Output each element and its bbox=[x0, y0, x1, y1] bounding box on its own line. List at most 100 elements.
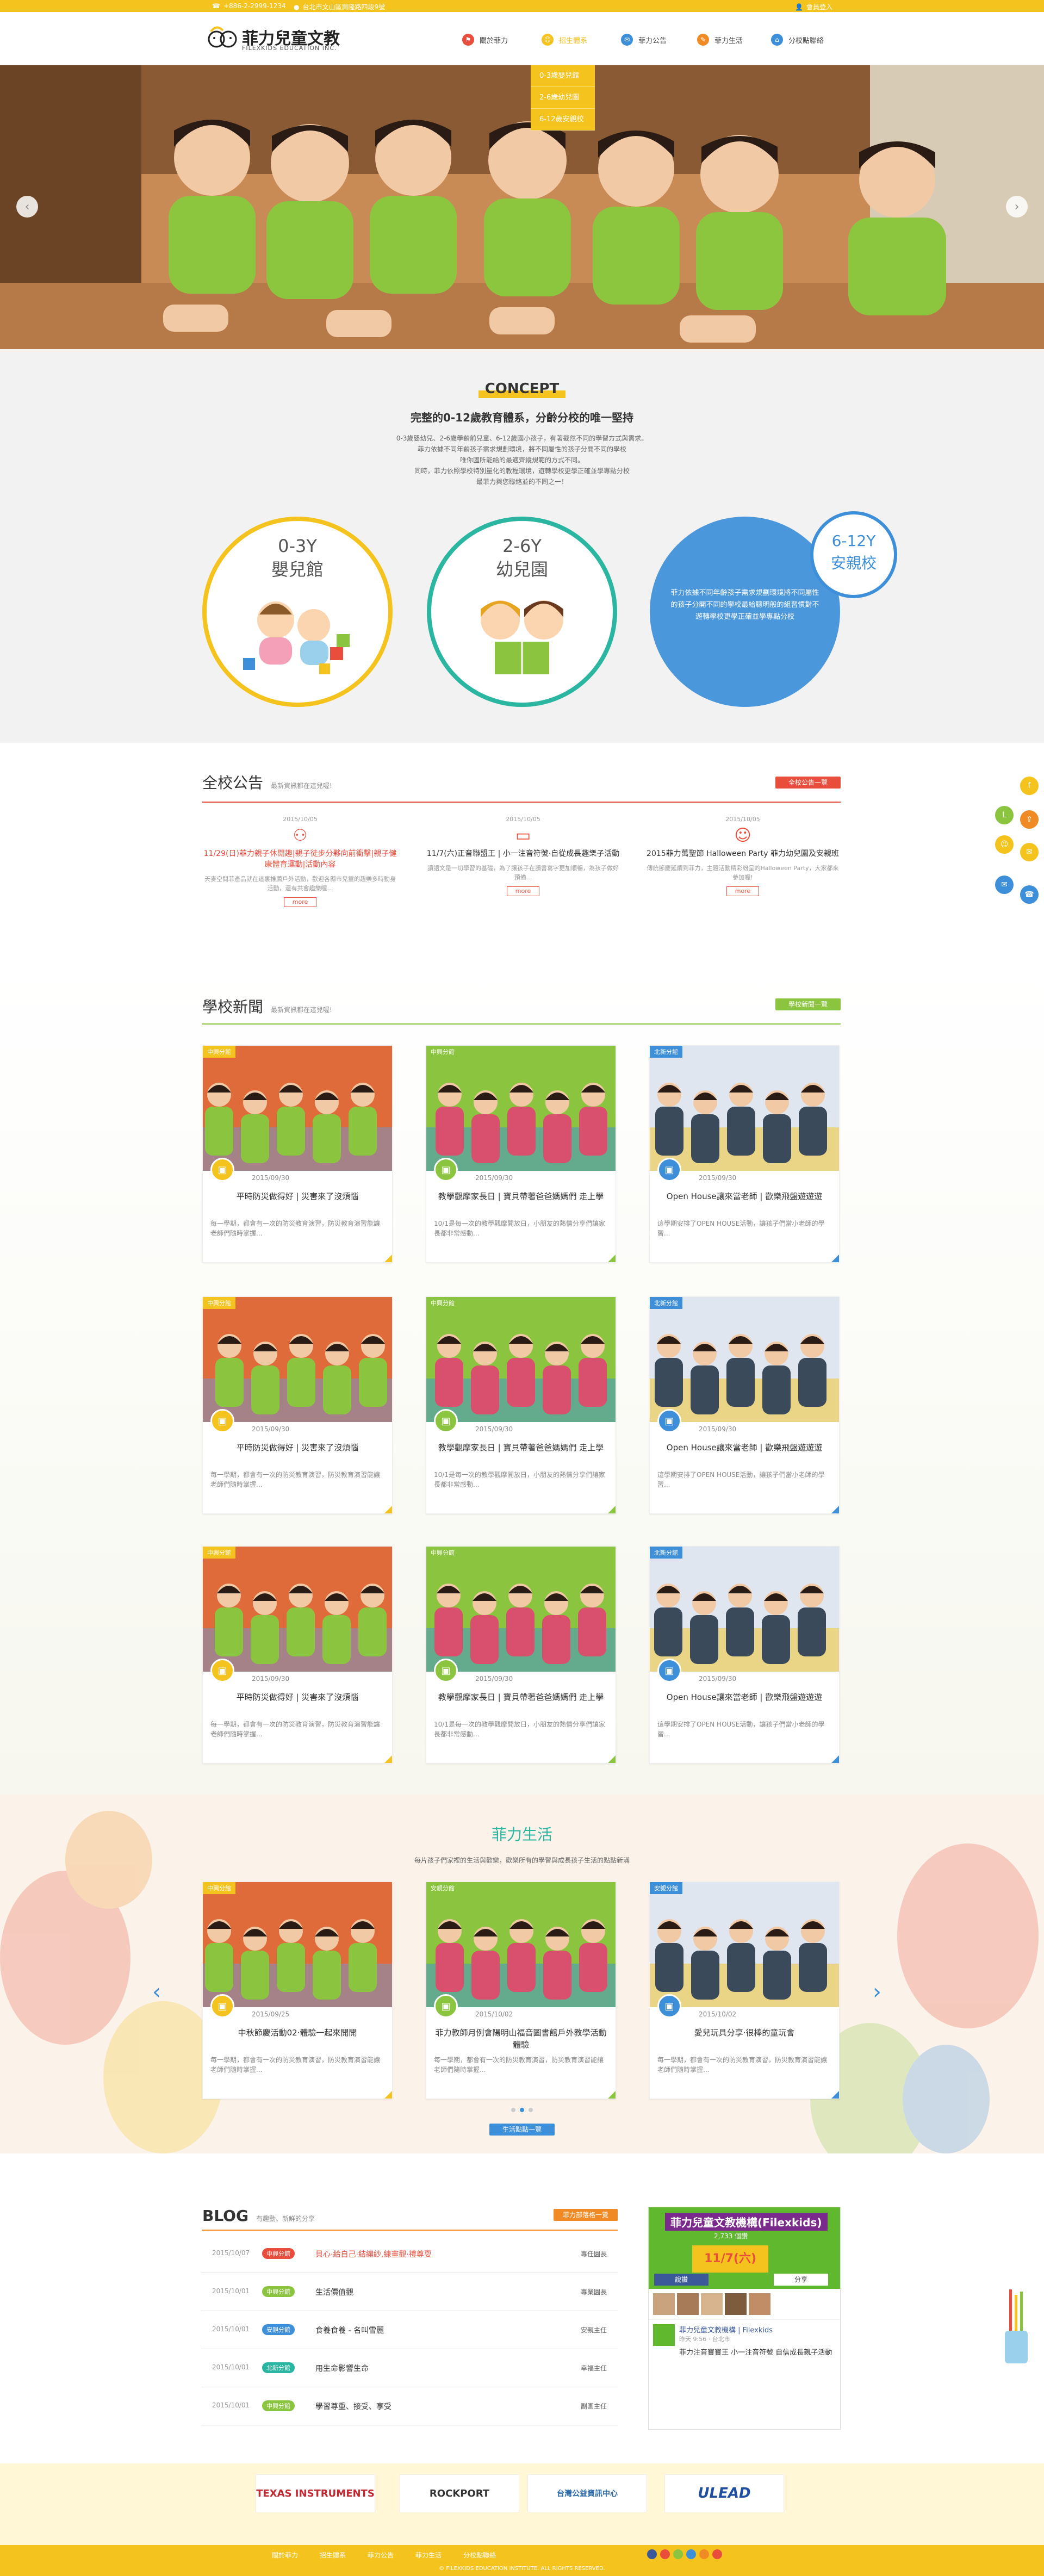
fb-like-button[interactable]: 說讚 bbox=[654, 2274, 709, 2286]
pagination-dot[interactable] bbox=[529, 2108, 533, 2112]
youtube-icon[interactable] bbox=[712, 2549, 722, 2559]
blog-row-title[interactable]: 用生命影響生命 bbox=[315, 2363, 369, 2374]
nav-about[interactable]: ⚑ 關於菲力 bbox=[462, 34, 508, 46]
fb-page-name[interactable]: 菲力兒童文教機構(Filexkids) bbox=[665, 2213, 828, 2231]
card-title[interactable]: Open House讓來當老師 | 歡樂飛盤遊遊遊 bbox=[657, 1691, 831, 1703]
facebook-share-icon[interactable]: f bbox=[1020, 777, 1039, 795]
dropdown-item-kindergarten[interactable]: 2-6歲幼兒園 bbox=[531, 87, 595, 109]
partner-logo[interactable]: ROCKPORT bbox=[400, 2474, 519, 2512]
blog-more-button[interactable]: 菲力部落格一覽 bbox=[554, 2209, 618, 2221]
notice-more-link[interactable]: more bbox=[726, 886, 759, 896]
card-photo-frame[interactable]: 安親分館 bbox=[650, 1882, 839, 2007]
blog-row[interactable]: 2015/10/07 中興分館 貝心·給自己·結繃紗,練晝觀·禮尊耍 專任園長 bbox=[201, 2235, 618, 2273]
hero-prev-arrow-icon[interactable]: ‹ bbox=[16, 196, 38, 218]
news-card[interactable]: 北新分館 ▣ 2015/09/30 Open House讓來當老師 | 歡樂飛盤遊遊遊… bbox=[649, 1045, 840, 1263]
news-card[interactable]: 北新分館 ▣ 2015/09/30 Open House讓來當老師 | 歡樂飛盤遊遊遊… bbox=[649, 1546, 840, 1764]
life-card[interactable]: 安親分館 ▣ 2015/10/02 愛兒玩具分享·很棒的童玩會 每一學期，都會有一次的防… bbox=[649, 1882, 840, 2099]
pagination-dot-active[interactable] bbox=[520, 2108, 524, 2112]
card-title[interactable]: 愛兒玩具分享·很棒的童玩會 bbox=[657, 2027, 831, 2039]
card-title[interactable]: Open House讓來當老師 | 歡樂飛盤遊遊遊 bbox=[657, 1190, 831, 1202]
card-photo-frame[interactable]: 中興分館 bbox=[203, 1547, 392, 1672]
news-card[interactable]: 中興分館 ▣ 2015/09/30 教學觀摩家長日 | 寶貝帶著爸爸媽媽們 走上學 10… bbox=[426, 1296, 616, 1514]
facebook-icon[interactable] bbox=[647, 2549, 657, 2559]
mail-icon[interactable]: ✉ bbox=[1020, 843, 1039, 861]
card-photo-frame[interactable]: 中興分館 bbox=[426, 1547, 616, 1672]
user-share-icon[interactable]: ☺ bbox=[995, 835, 1014, 854]
member-login[interactable]: 👤 會員登入 bbox=[795, 2, 832, 11]
card-title[interactable]: 平時防災做得好 | 災害來了沒煩惱 bbox=[210, 1691, 384, 1703]
card-title[interactable]: 教學觀摩家長日 | 寶貝帶著爸爸媽媽們 走上學 bbox=[434, 1190, 608, 1202]
card-photo-frame[interactable]: 北新分館 bbox=[650, 1046, 839, 1171]
notice-more-link[interactable]: more bbox=[284, 897, 316, 907]
notice-more-link[interactable]: more bbox=[507, 886, 539, 896]
blog-row-title[interactable]: 生活價值觀 bbox=[315, 2287, 353, 2298]
news-card[interactable]: 北新分館 ▣ 2015/09/30 Open House讓來當老師 | 歡樂飛盤遊遊遊… bbox=[649, 1296, 840, 1514]
blog-row[interactable]: 2015/10/01 安親分館 食養食養 - 名叫雪麗 安親主任 bbox=[201, 2311, 618, 2349]
google-icon[interactable] bbox=[660, 2549, 670, 2559]
blog-row-title[interactable]: 學習尊重、接受、享受 bbox=[315, 2401, 391, 2412]
blog-row[interactable]: 2015/10/01 北新分館 用生命影響生命 幸福主任 bbox=[201, 2349, 618, 2387]
blog-row[interactable]: 2015/10/01 中興分館 生活價值觀 專業園長 bbox=[201, 2273, 618, 2311]
card-photo-frame[interactable]: 安親分館 bbox=[426, 1882, 616, 2007]
partner-logo[interactable]: TEXAS INSTRUMENTS bbox=[256, 2474, 375, 2512]
nav-about-label[interactable]: 關於菲力 bbox=[480, 35, 508, 45]
fb-post-author[interactable]: 菲力兒童文教機構 | Filexkids bbox=[679, 2324, 832, 2335]
card-photo-frame[interactable]: 中興分館 bbox=[203, 1297, 392, 1422]
life-prev-arrow-icon[interactable]: ‹ bbox=[152, 1979, 161, 2004]
footer-link-announcements[interactable]: 菲力公告 bbox=[368, 2550, 394, 2560]
fb-share-button[interactable]: 分享 bbox=[774, 2274, 828, 2286]
nav-life[interactable]: ✎ 菲力生活 bbox=[697, 34, 743, 46]
card-title[interactable]: 教學觀摩家長日 | 寶貝帶著爸爸媽媽們 走上學 bbox=[434, 1442, 608, 1454]
member-login-label[interactable]: 會員登入 bbox=[806, 2, 832, 11]
notice-more-button[interactable]: 全校公告一覽 bbox=[775, 777, 841, 789]
notice-title-text[interactable]: 11/29(日)菲力親子休閒趣|親子徒步分夥向前衝擊|親子健康體育運動|活動內容 bbox=[202, 848, 398, 870]
pagination-dot[interactable] bbox=[511, 2108, 515, 2112]
news-card[interactable]: 中興分館 ▣ 2015/09/30 教學觀摩家長日 | 寶貝帶著爸爸媽媽們 走上學 10… bbox=[426, 1045, 616, 1263]
news-card[interactable]: 中興分館 ▣ 2015/09/30 教學觀摩家長日 | 寶貝帶著爸爸媽媽們 走上學 10… bbox=[426, 1546, 616, 1764]
news-more-button[interactable]: 學校新聞一覽 bbox=[775, 998, 841, 1010]
dropdown-item-infant[interactable]: 0-3歲嬰兒館 bbox=[531, 65, 595, 87]
card-photo-frame[interactable]: 中興分館 bbox=[426, 1297, 616, 1422]
card-title[interactable]: 教學觀摩家長日 | 寶貝帶著爸爸媽媽們 走上學 bbox=[434, 1691, 608, 1703]
card-photo-frame[interactable]: 北新分館 bbox=[650, 1297, 839, 1422]
notice-title-text[interactable]: 2015菲力萬聖節 Halloween Party 菲力幼兒園及安親班 bbox=[645, 848, 841, 859]
line-share-icon[interactable]: L bbox=[995, 806, 1014, 824]
nav-announcements[interactable]: ✉ 菲力公告 bbox=[621, 34, 667, 46]
chat-bubble-icon[interactable]: ✉ bbox=[995, 876, 1014, 894]
brand-logo-icon[interactable] bbox=[207, 23, 238, 50]
nav-admissions[interactable]: ☺ 招生體系 bbox=[542, 34, 587, 46]
footer-link-admissions[interactable]: 招生體系 bbox=[320, 2550, 346, 2560]
nav-branches-label[interactable]: 分校點聯絡 bbox=[788, 35, 824, 45]
life-more-button[interactable]: 生活點點一覽 bbox=[489, 2124, 555, 2136]
hero-next-arrow-icon[interactable]: › bbox=[1006, 196, 1028, 218]
line-icon[interactable] bbox=[673, 2549, 683, 2559]
notice-item[interactable]: 2015/10/05 ▭ 11/7(六)正音聯盟王 | 小一注音符號·自從成長趣… bbox=[425, 816, 621, 896]
footer-link-life[interactable]: 菲力生活 bbox=[415, 2550, 442, 2560]
blog-row-title[interactable]: 貝心·給自己·結繃紗,練晝觀·禮尊耍 bbox=[315, 2249, 432, 2260]
card-title[interactable]: Open House讓來當老師 | 歡樂飛盤遊遊遊 bbox=[657, 1442, 831, 1454]
card-title[interactable]: 平時防災做得好 | 災害來了沒煩惱 bbox=[210, 1442, 384, 1454]
life-card[interactable]: 中興分館 ▣ 2015/09/25 中秋節慶活動02·體驗一起來開開 每一學期，都會有一… bbox=[202, 1882, 393, 2099]
notice-item[interactable]: 2015/10/05 ⚇ 11/29(日)菲力親子休閒趣|親子徒步分夥向前衝擊|… bbox=[202, 816, 398, 907]
nav-branches[interactable]: ⌂ 分校點聯絡 bbox=[771, 34, 824, 46]
partner-logo[interactable]: ULEAD bbox=[664, 2474, 784, 2512]
phone-call-icon[interactable]: ☎ bbox=[1020, 885, 1039, 904]
share-icon[interactable]: ⇪ bbox=[1020, 810, 1039, 829]
blog-row-title[interactable]: 食養食養 - 名叫雪麗 bbox=[315, 2325, 384, 2336]
card-title[interactable]: 中秋節慶活動02·體驗一起來開開 bbox=[210, 2027, 384, 2039]
notice-item[interactable]: 2015/10/05 ☺ 2015菲力萬聖節 Halloween Party 菲… bbox=[645, 816, 841, 896]
dropdown-item-afterschool[interactable]: 6-12歲安親校 bbox=[531, 109, 595, 131]
card-photo-frame[interactable]: 中興分館 bbox=[426, 1046, 616, 1171]
nav-admissions-label[interactable]: 招生體系 bbox=[559, 35, 587, 45]
nav-announcements-label[interactable]: 菲力公告 bbox=[638, 35, 667, 45]
nav-life-label[interactable]: 菲力生活 bbox=[714, 35, 743, 45]
news-card[interactable]: 中興分館 ▣ 2015/09/30 平時防災做得好 | 災害來了沒煩惱 每一學期，都會有… bbox=[202, 1546, 393, 1764]
fb-post[interactable]: 菲力兒童文教機構 | Filexkids 昨天 9:56 · 台北市 菲力注音寶… bbox=[649, 2319, 840, 2361]
life-card[interactable]: 安親分館 ▣ 2015/10/02 菲力教師月例會陽明山福音圖書館戶外教學活動體驗 每一… bbox=[426, 1882, 616, 2099]
rss-icon[interactable] bbox=[699, 2549, 709, 2559]
card-title[interactable]: 平時防災做得好 | 災害來了沒煩惱 bbox=[210, 1190, 384, 1202]
notice-title-text[interactable]: 11/7(六)正音聯盟王 | 小一注音符號·自從成長趣樂子活動 bbox=[425, 848, 621, 859]
life-next-arrow-icon[interactable]: › bbox=[873, 1979, 881, 2004]
card-title[interactable]: 菲力教師月例會陽明山福音圖書館戶外教學活動體驗 bbox=[434, 2027, 608, 2051]
blog-row[interactable]: 2015/10/01 中興分館 學習尊重、接受、享受 副園主任 bbox=[201, 2387, 618, 2425]
